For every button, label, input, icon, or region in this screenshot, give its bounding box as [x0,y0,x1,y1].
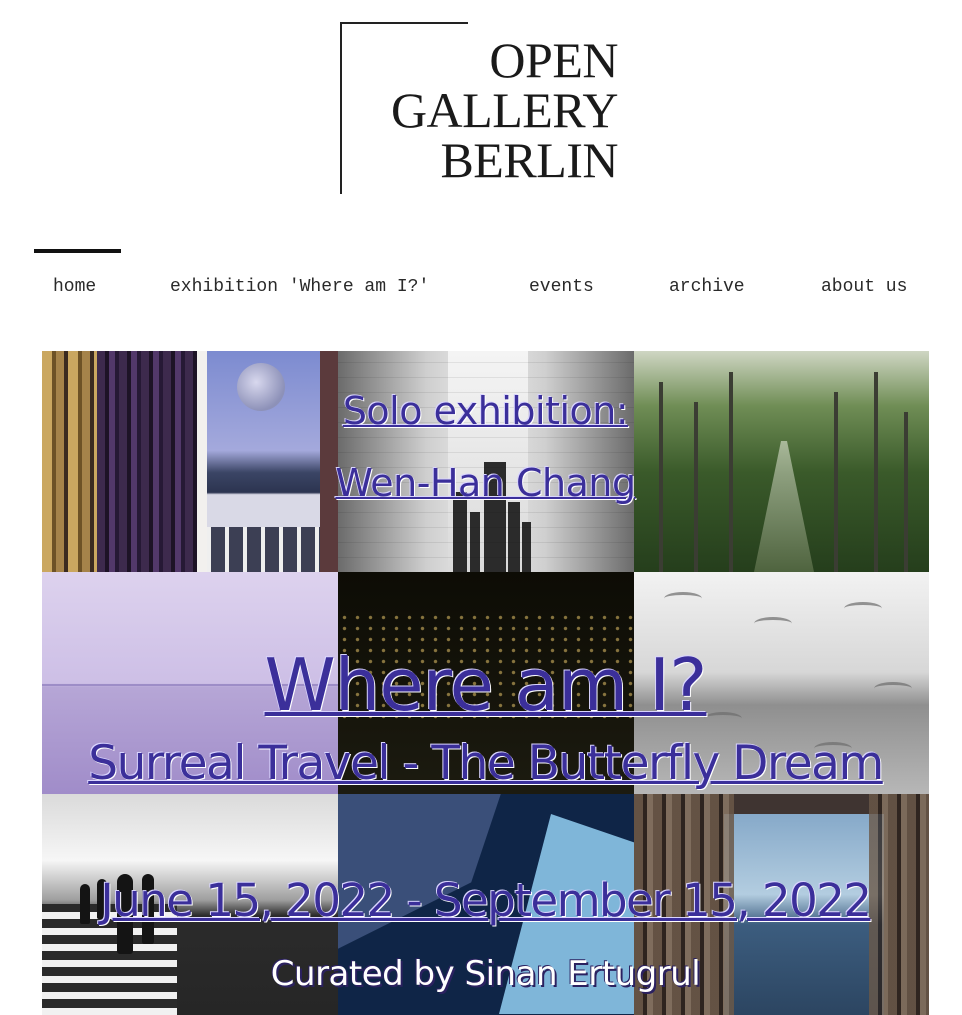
artist-link[interactable]: Wen-Han Chang [42,461,929,505]
gallery-logo[interactable]: OPEN GALLERY BERLIN [340,22,630,197]
hero-mosaic: Solo exhibition: Wen-Han Chang Where am … [42,351,929,1015]
solo-exhibition-link[interactable]: Solo exhibition: [42,389,929,433]
curator-text: Curated by Sinan Ertugrul [270,954,701,994]
logo-line-open: OPEN [489,32,618,88]
nav-active-indicator [34,249,121,253]
nav-item-about-us[interactable]: about us [821,277,907,297]
nav-item-home[interactable]: home [53,277,96,297]
logo-frame-horizontal [340,22,468,24]
logo-frame-vertical [340,22,342,194]
exhibition-subtitle-link[interactable]: Surreal Travel - The Butterfly Dream [42,736,929,791]
exhibition-dates-link[interactable]: June 15, 2022 - September 15, 2022 [42,874,929,927]
logo-line-gallery: GALLERY [390,82,619,138]
nav-item-exhibition[interactable]: exhibition 'Where am I?' [170,277,429,297]
nav-item-archive[interactable]: archive [669,277,745,297]
nav-item-events[interactable]: events [529,277,594,297]
logo-line-berlin: BERLIN [440,132,618,188]
exhibition-title-link[interactable]: Where am I? [42,643,929,727]
